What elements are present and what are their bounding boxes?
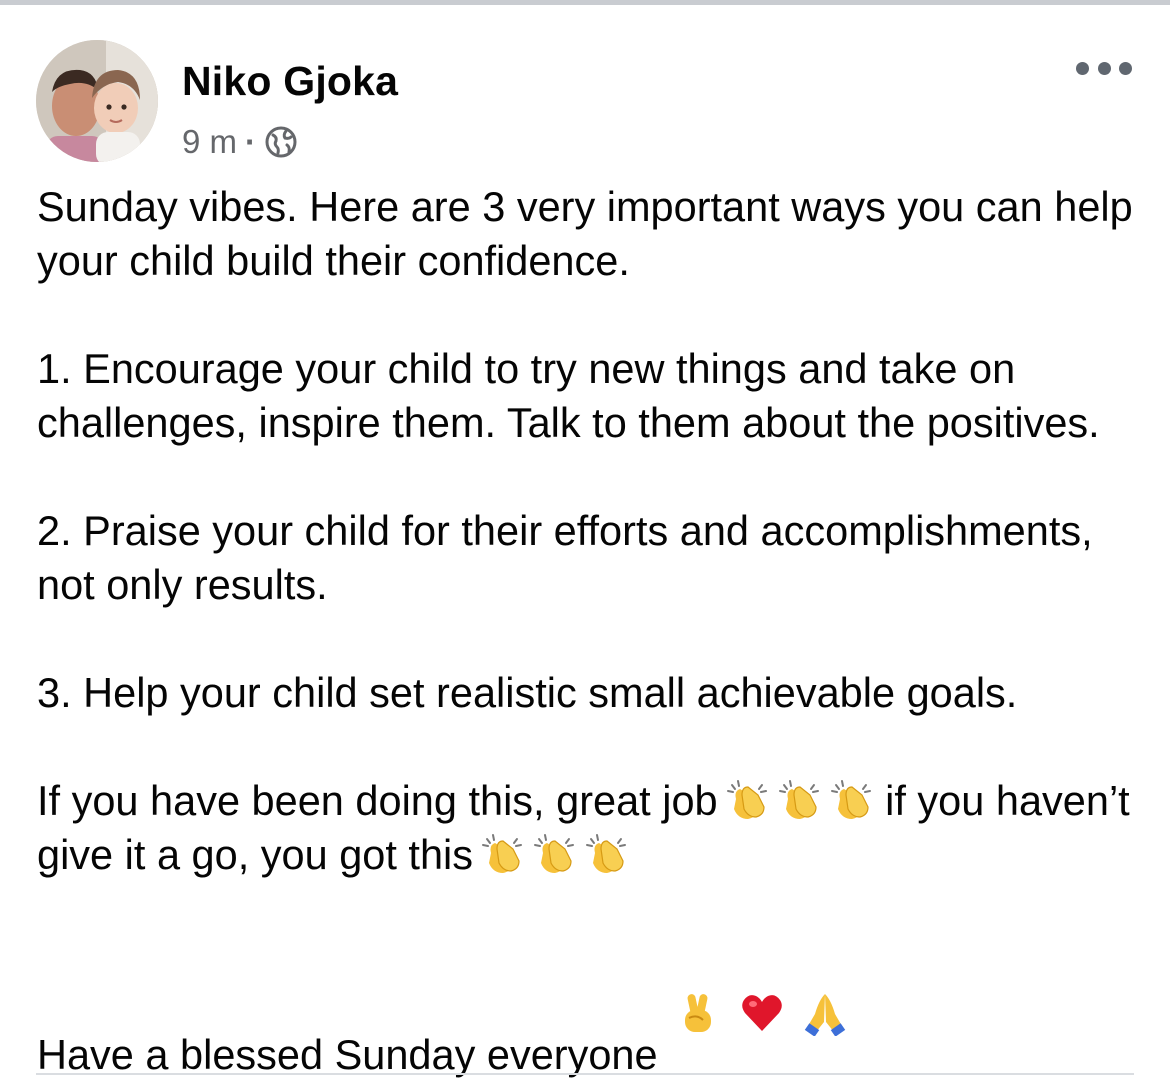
more-dot	[1076, 62, 1089, 75]
post-divider	[36, 1073, 1134, 1075]
post-paragraph-tip-2: 2. Praise your child for their efforts a…	[37, 507, 1093, 608]
red-heart-emoji	[739, 936, 785, 1031]
post-paragraph-encouragement: If you have been doing this, great job i…	[37, 774, 1147, 882]
post-paragraph-tip-1: 1. Encourage your child to try new thing…	[37, 345, 1100, 446]
encouragement-text-a: If you have been doing this, great job	[37, 777, 718, 824]
post-paragraph-tip-3: 3. Help your child set realistic small a…	[37, 669, 1018, 716]
clapping-hands-emoji	[776, 777, 822, 823]
globe-icon[interactable]	[264, 125, 298, 159]
post-paragraph-intro: Sunday vibes. Here are 3 very important …	[37, 183, 1133, 284]
clapping-hands-emoji	[828, 777, 874, 823]
more-dot	[1097, 62, 1111, 75]
post-paragraph-closing: Have a blessed Sunday everyone	[37, 936, 1147, 1082]
post-timestamp[interactable]: 9 m	[182, 123, 237, 161]
post-header: Niko Gjoka 9 m ·	[36, 40, 1134, 162]
more-options-icon[interactable]	[1076, 62, 1132, 78]
more-dot	[1119, 62, 1132, 75]
avatar[interactable]	[36, 40, 158, 162]
victory-hand-emoji	[675, 936, 721, 1032]
author-name[interactable]: Niko Gjoka	[182, 58, 398, 105]
folded-hands-emoji	[802, 936, 848, 1036]
clapping-hands-emoji	[724, 777, 770, 823]
closing-text: Have a blessed Sunday everyone	[37, 1031, 658, 1078]
post-meta: 9 m ·	[182, 122, 298, 162]
clapping-hands-emoji	[583, 831, 629, 877]
clapping-hands-emoji	[531, 831, 577, 877]
clapping-hands-emoji	[479, 831, 525, 877]
post-body: Sunday vibes. Here are 3 very important …	[37, 180, 1147, 1082]
top-border	[0, 0, 1170, 5]
meta-separator: ·	[245, 123, 257, 160]
